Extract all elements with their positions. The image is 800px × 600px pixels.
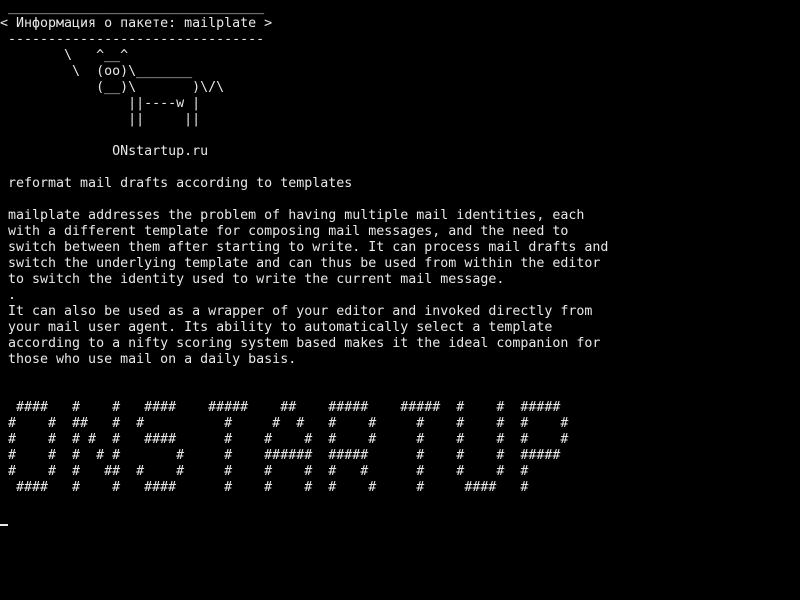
description-line: . (0, 288, 17, 303)
package-summary: reformat mail drafts according to templa… (0, 176, 353, 191)
description-line: switch the underlying template and can t… (0, 256, 601, 271)
terminal-screen[interactable]: ________________________________ < Инфор… (0, 0, 800, 600)
description-line: your mail user agent. Its ability to aut… (0, 320, 553, 335)
description-line: those who use mail on a daily basis. (0, 352, 297, 367)
cow-ascii-line: \ (oo)\_______ (0, 64, 193, 79)
site-label: ONstartup.ru (0, 144, 209, 159)
cow-ascii-line: ||----w | (0, 96, 201, 111)
ascii-banner-line: # # # ## # # # # # # # # # # # (0, 464, 529, 479)
description-line: switch between them after starting to wr… (0, 240, 609, 255)
description-line: with a different template for composing … (0, 224, 569, 239)
ascii-banner-line: #### # # #### ##### ## ##### ##### # # #… (0, 400, 561, 415)
speech-bubble-bottom: -------------------------------- (0, 32, 265, 47)
description-line: It can also be used as a wrapper of your… (0, 304, 593, 319)
description-line: mailplate addresses the problem of havin… (0, 208, 585, 223)
speech-bubble-top: ________________________________ (0, 0, 265, 15)
cow-ascii-line: || || (0, 112, 201, 127)
ascii-banner-line: # # # # # #### # # # # # # # # # # (0, 432, 569, 447)
description-line: according to a nifty scoring system base… (0, 336, 601, 351)
ascii-banner-line: # # ## # # # # # # # # # # # # (0, 416, 569, 431)
ascii-banner-line: # # # # # # # ###### ##### # # # ##### (0, 448, 561, 463)
speech-bubble-title: < Информация о пакете: mailplate > (0, 16, 273, 31)
ascii-banner-line: #### # # #### # # # # # # #### # (0, 480, 529, 495)
cow-ascii-line: (__)\ )\/\ (0, 80, 225, 95)
cow-ascii-line: \ ^__^ (0, 48, 129, 63)
description-line: to switch the identity used to write the… (0, 272, 505, 287)
text-cursor (0, 524, 8, 526)
